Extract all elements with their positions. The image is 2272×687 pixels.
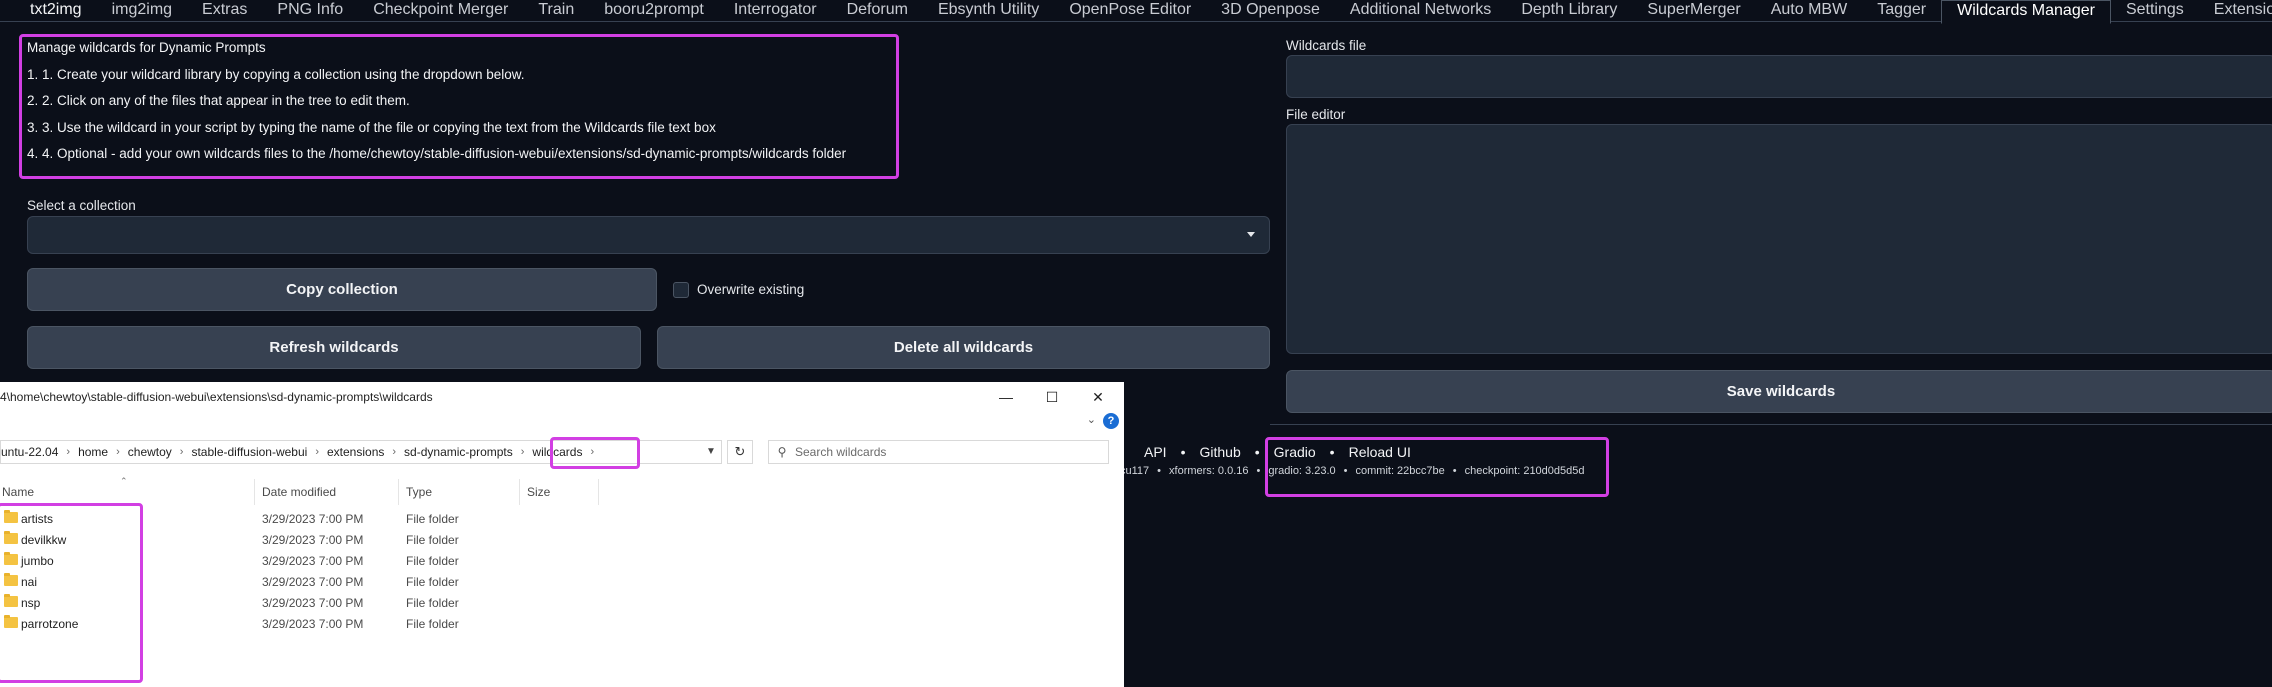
search-input[interactable]: ⚲ Search wildcards bbox=[768, 440, 1109, 464]
maximize-icon[interactable]: ☐ bbox=[1029, 382, 1075, 412]
chevron-right-icon[interactable]: › bbox=[175, 446, 189, 458]
tab-train[interactable]: Train bbox=[523, 0, 589, 22]
api-link[interactable]: API bbox=[1144, 444, 1167, 460]
tab-deforum[interactable]: Deforum bbox=[832, 0, 923, 22]
chevron-right-icon[interactable]: › bbox=[585, 446, 599, 458]
tab-openpose-editor[interactable]: OpenPose Editor bbox=[1054, 0, 1206, 22]
file-editor-label: File editor bbox=[1286, 107, 1346, 122]
tab-supermerger[interactable]: SuperMerger bbox=[1632, 0, 1755, 22]
tab-interrogator[interactable]: Interrogator bbox=[719, 0, 832, 22]
column-headers: ⌃ Name Date modified Type Size bbox=[0, 476, 1124, 505]
version-info: cu117 • xformers: 0.0.16 • gradio: 3.23.0 • co… bbox=[1120, 465, 1585, 477]
overwrite-existing-checkbox[interactable] bbox=[673, 282, 689, 298]
sort-up-icon: ⌃ bbox=[120, 476, 128, 486]
wildcards-file-field[interactable] bbox=[1286, 55, 2272, 98]
folder-icon bbox=[4, 510, 18, 523]
search-icon: ⚲ bbox=[777, 445, 787, 459]
tab-settings[interactable]: Settings bbox=[2111, 0, 2199, 22]
tab-extensions[interactable]: Extensions bbox=[2199, 0, 2272, 22]
footer-divider bbox=[1270, 424, 2272, 425]
folder-icon bbox=[4, 594, 18, 607]
chevron-down-icon[interactable]: ▼ bbox=[701, 441, 721, 463]
reload-ui-link[interactable]: Reload UI bbox=[1349, 444, 1411, 460]
file-explorer-window: 4\home\chewtoy\stable-diffusion-webui\ex… bbox=[0, 382, 1124, 687]
checkpoint-hash: checkpoint: 210d0d5d5d bbox=[1464, 465, 1585, 477]
copy-collection-button[interactable]: Copy collection bbox=[27, 268, 657, 311]
folder-icon bbox=[4, 615, 18, 628]
tab-bar: txt2img img2img Extras PNG Info Checkpoi… bbox=[0, 0, 2272, 24]
tab-png-info[interactable]: PNG Info bbox=[262, 0, 358, 22]
tab-txt2img[interactable]: txt2img bbox=[0, 0, 97, 22]
breadcrumb-item[interactable]: stable-diffusion-webui bbox=[188, 445, 310, 459]
folder-icon bbox=[4, 573, 18, 586]
tab-auto-mbw[interactable]: Auto MBW bbox=[1756, 0, 1862, 22]
instructions-title: Manage wildcards for Dynamic Prompts bbox=[27, 40, 266, 55]
chevron-right-icon[interactable]: › bbox=[61, 446, 75, 458]
overwrite-existing-label: Overwrite existing bbox=[697, 282, 805, 297]
footer-links: API • Github • Gradio • Reload UI bbox=[1144, 444, 1411, 460]
commit-hash: commit: 22bcc7be bbox=[1355, 465, 1445, 477]
breadcrumb-item[interactable]: sd-dynamic-prompts bbox=[401, 445, 516, 459]
tab-img2img[interactable]: img2img bbox=[97, 0, 187, 22]
gradio-version: gradio: 3.23.0 bbox=[1268, 465, 1336, 477]
chevron-right-icon[interactable]: › bbox=[387, 446, 401, 458]
tab-booru2prompt[interactable]: booru2prompt bbox=[589, 0, 719, 22]
tab-extras[interactable]: Extras bbox=[187, 0, 262, 22]
file-editor-textarea[interactable] bbox=[1286, 124, 2272, 354]
breadcrumb-item[interactable]: extensions bbox=[324, 445, 387, 459]
tab-checkpoint-merger[interactable]: Checkpoint Merger bbox=[358, 0, 523, 22]
refresh-wildcards-button[interactable]: Refresh wildcards bbox=[27, 326, 641, 369]
instruction-step: 3. 3. Use the wildcard in your script by… bbox=[27, 119, 716, 135]
breadcrumb-item-current[interactable]: wildcards bbox=[529, 445, 585, 459]
chevron-down-icon bbox=[1247, 232, 1255, 237]
ribbon-toggle-icon[interactable]: ⌄ bbox=[1087, 413, 1096, 426]
list-item[interactable]: nsp 3/29/2023 7:00 PM File folder bbox=[0, 592, 1124, 613]
tab-wildcards-manager[interactable]: Wildcards Manager bbox=[1941, 0, 2111, 24]
close-icon[interactable]: ✕ bbox=[1075, 382, 1121, 412]
folder-icon bbox=[4, 531, 18, 544]
column-size[interactable]: Size bbox=[527, 485, 550, 499]
list-item[interactable]: artists 3/29/2023 7:00 PM File folder bbox=[0, 508, 1124, 529]
list-item[interactable]: nai 3/29/2023 7:00 PM File folder bbox=[0, 571, 1124, 592]
chevron-right-icon[interactable]: › bbox=[111, 446, 125, 458]
list-item[interactable]: jumbo 3/29/2023 7:00 PM File folder bbox=[0, 550, 1124, 571]
column-type[interactable]: Type bbox=[406, 485, 432, 499]
list-item[interactable]: devilkkw 3/29/2023 7:00 PM File folder bbox=[0, 529, 1124, 550]
folder-icon bbox=[4, 552, 18, 565]
refresh-icon[interactable]: ↻ bbox=[727, 440, 753, 464]
breadcrumb-item[interactable]: untu-22.04 bbox=[1, 445, 61, 459]
search-placeholder: Search wildcards bbox=[795, 445, 887, 459]
help-icon[interactable]: ? bbox=[1103, 413, 1119, 429]
save-wildcards-button[interactable]: Save wildcards bbox=[1286, 370, 2272, 413]
tab-depth-library[interactable]: Depth Library bbox=[1506, 0, 1632, 22]
gradio-link[interactable]: Gradio bbox=[1274, 444, 1316, 460]
instruction-step: 2. 2. Click on any of the files that app… bbox=[27, 93, 410, 108]
instruction-step: 4. 4. Optional - add your own wildcards … bbox=[27, 146, 847, 161]
wildcards-file-label: Wildcards file bbox=[1286, 38, 1367, 53]
github-link[interactable]: Github bbox=[1199, 444, 1240, 460]
chevron-right-icon[interactable]: › bbox=[516, 446, 530, 458]
tab-additional-networks[interactable]: Additional Networks bbox=[1335, 0, 1506, 22]
chevron-right-icon[interactable]: › bbox=[310, 446, 324, 458]
collection-label: Select a collection bbox=[27, 198, 136, 213]
instruction-step: 1. 1. Create your wildcard library by co… bbox=[27, 66, 525, 82]
tab-tagger[interactable]: Tagger bbox=[1862, 0, 1941, 22]
explorer-title: 4\home\chewtoy\stable-diffusion-webui\ex… bbox=[0, 390, 433, 404]
torch-version: cu117 bbox=[1120, 465, 1150, 477]
explorer-titlebar: 4\home\chewtoy\stable-diffusion-webui\ex… bbox=[0, 382, 1124, 412]
column-name[interactable]: Name bbox=[2, 485, 34, 499]
instructions-panel: Manage wildcards for Dynamic Prompts 1. … bbox=[27, 40, 900, 173]
xformers-version: xformers: 0.0.16 bbox=[1169, 465, 1249, 477]
tab-3d-openpose[interactable]: 3D Openpose bbox=[1206, 0, 1335, 22]
delete-all-wildcards-button[interactable]: Delete all wildcards bbox=[657, 326, 1270, 369]
list-item[interactable]: parrotzone 3/29/2023 7:00 PM File folder bbox=[0, 613, 1124, 634]
column-date-modified[interactable]: Date modified bbox=[262, 485, 336, 499]
tab-ebsynth-utility[interactable]: Ebsynth Utility bbox=[923, 0, 1054, 22]
minimize-icon[interactable]: — bbox=[983, 382, 1029, 412]
address-bar[interactable]: untu-22.04 › home › chewtoy › stable-dif… bbox=[0, 440, 722, 464]
collection-dropdown[interactable] bbox=[27, 216, 1270, 254]
breadcrumb-item[interactable]: chewtoy bbox=[125, 445, 175, 459]
breadcrumb-item[interactable]: home bbox=[75, 445, 111, 459]
